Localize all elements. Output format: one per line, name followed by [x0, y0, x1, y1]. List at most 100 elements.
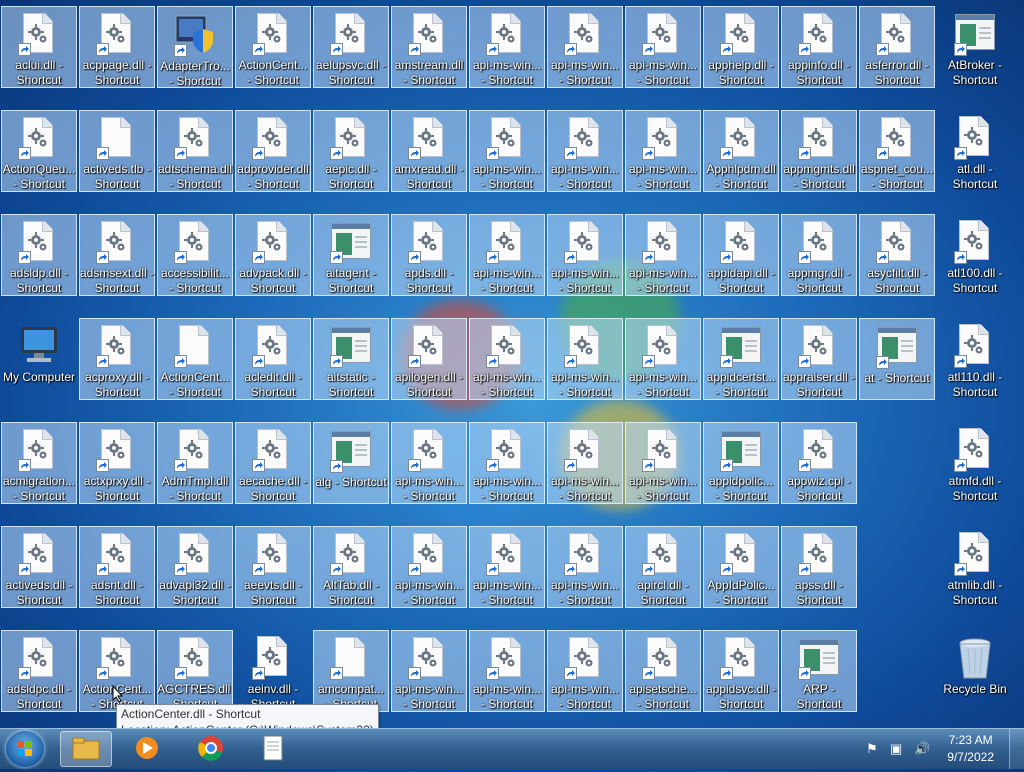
desktop-shortcut[interactable]: aecache.dll - Shortcut — [235, 422, 311, 504]
desktop-shortcut[interactable]: api-ms-win... - Shortcut — [547, 318, 623, 400]
desktop-shortcut[interactable]: ARP - Shortcut — [781, 630, 857, 712]
desktop-shortcut[interactable]: adprovider.dll - Shortcut — [235, 110, 311, 192]
desktop-shortcut[interactable]: api-ms-win... - Shortcut — [469, 6, 545, 88]
desktop-shortcut[interactable]: accessibilit... - Shortcut — [157, 214, 233, 296]
desktop-shortcut[interactable]: acproxy.dll - Shortcut — [79, 318, 155, 400]
desktop-shortcut[interactable]: AppIdPolic... - Shortcut — [703, 526, 779, 608]
desktop-shortcut[interactable]: advpack.dll - Shortcut — [235, 214, 311, 296]
desktop-shortcut[interactable]: aspnet_cou... - Shortcut — [859, 110, 935, 192]
desktop-shortcut[interactable]: asycfilt.dll - Shortcut — [859, 214, 935, 296]
desktop-shortcut[interactable]: amcompat...- Shortcut — [313, 630, 389, 712]
system-clock[interactable]: 7:23 AM 9/7/2022 — [947, 732, 994, 766]
desktop-shortcut[interactable]: AdmTmpl.dll - Shortcut — [157, 422, 233, 504]
desktop-shortcut[interactable]: api-ms-win... - Shortcut — [469, 526, 545, 608]
desktop-shortcut[interactable]: appinfo.dll - Shortcut — [781, 6, 857, 88]
desktop-shortcut[interactable]: AGCTRES.dll -Shortcut — [157, 630, 233, 712]
desktop-shortcut[interactable]: acledit.dll - Shortcut — [235, 318, 311, 400]
dll-file-icon — [95, 13, 139, 58]
desktop-shortcut[interactable]: Recycle Bin — [937, 630, 1013, 712]
desktop-shortcut[interactable]: ActionCent...- Shortcut — [235, 6, 311, 88]
desktop-shortcut[interactable]: AtBroker - Shortcut — [937, 6, 1013, 88]
desktop-shortcut[interactable]: appidapi.dll - Shortcut — [703, 214, 779, 296]
desktop-shortcut[interactable]: actxprxy.dll - Shortcut — [79, 422, 155, 504]
network-icon[interactable]: ▣ — [890, 741, 902, 757]
desktop-shortcut[interactable]: adsnt.dll - Shortcut — [79, 526, 155, 608]
desktop-shortcut[interactable]: aepic.dll - Shortcut — [313, 110, 389, 192]
desktop-shortcut[interactable]: aitstatic - Shortcut — [313, 318, 389, 400]
desktop-shortcut[interactable]: My Computer — [1, 318, 77, 400]
desktop-shortcut[interactable]: activeds.dll - Shortcut — [1, 526, 77, 608]
desktop-shortcut[interactable]: atl110.dll - Shortcut — [937, 318, 1013, 400]
desktop-shortcut[interactable]: api-ms-win... - Shortcut — [547, 526, 623, 608]
desktop-shortcut[interactable]: api-ms-win... - Shortcut — [469, 214, 545, 296]
taskbar-media-player-button[interactable] — [122, 731, 174, 767]
desktop-shortcut[interactable]: ActionQueu... - Shortcut — [1, 110, 77, 192]
desktop-shortcut[interactable]: atl.dll - Shortcut — [937, 110, 1013, 192]
desktop-shortcut[interactable]: adtschema.dll - Shortcut — [157, 110, 233, 192]
desktop-shortcut[interactable]: api-ms-win... - Shortcut — [547, 214, 623, 296]
desktop-shortcut[interactable]: aitagent - Shortcut — [313, 214, 389, 296]
taskbar-chrome-button[interactable] — [186, 731, 238, 767]
dll-file-icon — [485, 13, 529, 58]
taskbar-notepad-button[interactable] — [248, 731, 300, 767]
desktop-shortcut[interactable]: atmlib.dll - Shortcut — [937, 526, 1013, 608]
desktop-shortcut[interactable]: api-ms-win... - Shortcut — [469, 318, 545, 400]
desktop-shortcut[interactable]: activeds.tlb - Shortcut — [79, 110, 155, 192]
desktop-shortcut[interactable]: api-ms-win... - Shortcut — [547, 6, 623, 88]
desktop-shortcut[interactable]: api-ms-win... - Shortcut — [547, 422, 623, 504]
desktop-shortcut[interactable]: api-ms-win... - Shortcut — [391, 422, 467, 504]
desktop-shortcut[interactable]: api-ms-win... - Shortcut — [625, 110, 701, 192]
desktop-shortcut[interactable]: atmfd.dll - Shortcut — [937, 422, 1013, 504]
desktop-shortcut[interactable]: api-ms-win... - Shortcut — [625, 318, 701, 400]
desktop-shortcut[interactable]: api-ms-win... - Shortcut — [625, 422, 701, 504]
desktop-shortcut[interactable]: adsmsext.dll - Shortcut — [79, 214, 155, 296]
desktop-shortcut[interactable]: AdapterTro... - Shortcut — [157, 6, 233, 88]
desktop-shortcut[interactable]: api-ms-win... - Shortcut — [469, 422, 545, 504]
desktop-shortcut[interactable]: appmgmts.dll - Shortcut — [781, 110, 857, 192]
desktop-shortcut[interactable]: asferror.dll - Shortcut — [859, 6, 935, 88]
desktop-shortcut[interactable]: alg - Shortcut — [313, 422, 389, 504]
desktop-shortcut[interactable]: api-ms-win... - Shortcut — [625, 6, 701, 88]
desktop-shortcut[interactable]: aelupsvc.dll - Shortcut — [313, 6, 389, 88]
desktop-shortcut[interactable]: apphelp.dll - Shortcut — [703, 6, 779, 88]
desktop-shortcut[interactable]: ActionCent...- Shortcut — [157, 318, 233, 400]
desktop-shortcut[interactable]: apds.dll - Shortcut — [391, 214, 467, 296]
desktop-shortcut[interactable]: api-ms-win... - Shortcut — [625, 214, 701, 296]
desktop-shortcut[interactable]: api-ms-win... - Shortcut — [469, 630, 545, 712]
desktop-shortcut[interactable]: amxread.dll - Shortcut — [391, 110, 467, 192]
desktop-shortcut[interactable]: appidpolic... - Shortcut — [703, 422, 779, 504]
desktop-shortcut[interactable]: appwiz.cpl - Shortcut — [781, 422, 857, 504]
show-desktop-button[interactable] — [1009, 729, 1024, 769]
taskbar-explorer-button[interactable] — [60, 731, 112, 767]
desktop-shortcut[interactable]: acppage.dll - Shortcut — [79, 6, 155, 88]
desktop-shortcut[interactable]: apisetsche... - Shortcut — [625, 630, 701, 712]
desktop-shortcut[interactable]: api-ms-win... - Shortcut — [391, 630, 467, 712]
desktop-shortcut[interactable]: adsldpc.dll - Shortcut — [1, 630, 77, 712]
desktop-shortcut[interactable]: api-ms-win... - Shortcut — [547, 110, 623, 192]
desktop-shortcut[interactable]: apss.dll - Shortcut — [781, 526, 857, 608]
desktop-shortcut[interactable]: api-ms-win... - Shortcut — [391, 526, 467, 608]
desktop-shortcut[interactable]: appidsvc.dll - Shortcut — [703, 630, 779, 712]
start-button[interactable] — [6, 731, 44, 767]
desktop-shortcut[interactable]: acmigration... - Shortcut — [1, 422, 77, 504]
desktop[interactable]: aclui.dll - Shortcut ActionQueu... - Shortc… — [0, 0, 1024, 728]
desktop-shortcut[interactable]: at - Shortcut — [859, 318, 935, 400]
desktop-shortcut[interactable]: appidcertst... - Shortcut — [703, 318, 779, 400]
desktop-shortcut[interactable]: aclui.dll - Shortcut — [1, 6, 77, 88]
desktop-shortcut[interactable]: advapi32.dll - Shortcut — [157, 526, 233, 608]
volume-icon[interactable]: 🔊 — [914, 741, 930, 757]
desktop-shortcut[interactable]: appmgr.dll - Shortcut — [781, 214, 857, 296]
desktop-shortcut[interactable]: api-ms-win... - Shortcut — [547, 630, 623, 712]
desktop-shortcut[interactable]: amstream.dll - Shortcut — [391, 6, 467, 88]
desktop-shortcut[interactable]: Apphlpdm.dll - Shortcut — [703, 110, 779, 192]
desktop-shortcut[interactable]: atl100.dll - Shortcut — [937, 214, 1013, 296]
desktop-shortcut[interactable]: aeinv.dll -Shortcut — [235, 630, 311, 712]
desktop-shortcut[interactable]: api-ms-win... - Shortcut — [469, 110, 545, 192]
desktop-shortcut[interactable]: AltTab.dll - Shortcut — [313, 526, 389, 608]
action-center-flag-icon[interactable]: ⚑ — [866, 741, 878, 757]
desktop-shortcut[interactable]: adsldp.dll - Shortcut — [1, 214, 77, 296]
desktop-shortcut[interactable]: aeevts.dll - Shortcut — [235, 526, 311, 608]
desktop-shortcut[interactable]: appraiser.dll - Shortcut — [781, 318, 857, 400]
desktop-shortcut[interactable]: apircl.dll - Shortcut — [625, 526, 701, 608]
desktop-shortcut[interactable]: apilogen.dll - Shortcut — [391, 318, 467, 400]
